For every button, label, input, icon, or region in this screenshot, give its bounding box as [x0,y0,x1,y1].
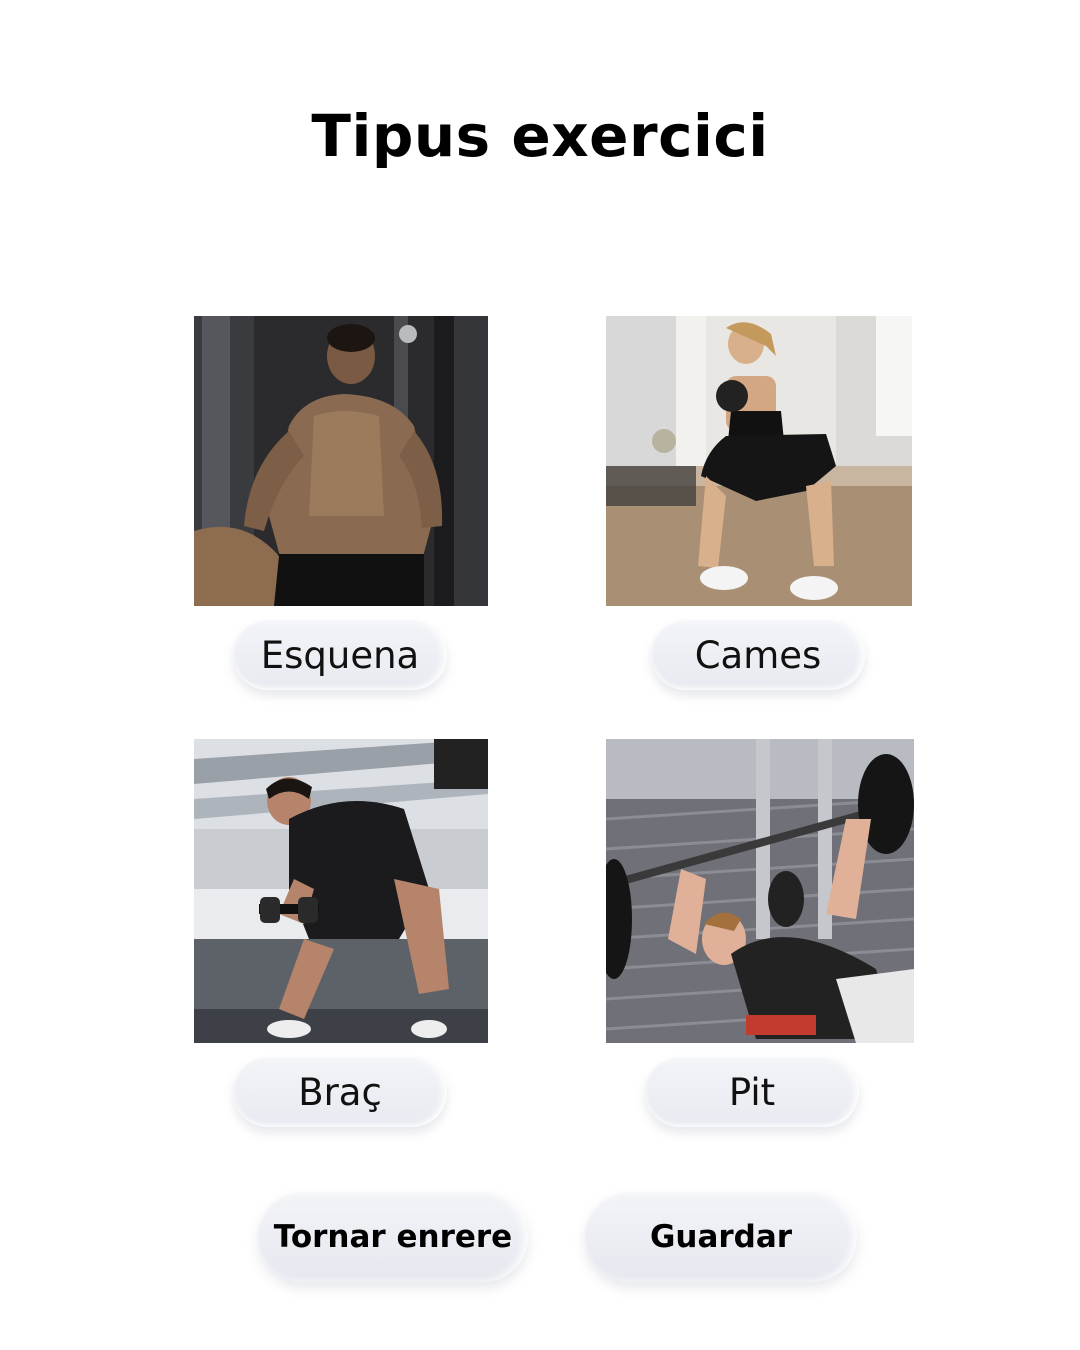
arm-dumbbell-curl-photo [194,739,488,1043]
category-image-chest[interactable] [606,739,914,1043]
category-image-arm[interactable] [194,739,488,1043]
page-title: Tipus exercici [311,102,769,170]
category-button-legs[interactable]: Cames [651,620,865,690]
category-label-back: Esquena [260,633,420,677]
category-label-chest: Pit [728,1070,776,1114]
category-button-arm[interactable]: Braç [233,1057,447,1127]
chest-bench-press-photo [606,739,914,1043]
legs-kettlebell-squat-photo [606,316,912,606]
category-image-legs[interactable] [606,316,912,606]
category-button-back[interactable]: Esquena [233,620,447,690]
category-label-arm: Braç [298,1070,382,1114]
category-label-legs: Cames [694,633,822,677]
category-image-back[interactable] [194,316,488,606]
save-button[interactable]: Guardar [585,1192,857,1282]
back-button[interactable]: Tornar enrere [258,1192,528,1282]
back-workout-photo [194,316,488,606]
category-button-chest[interactable]: Pit [645,1057,859,1127]
